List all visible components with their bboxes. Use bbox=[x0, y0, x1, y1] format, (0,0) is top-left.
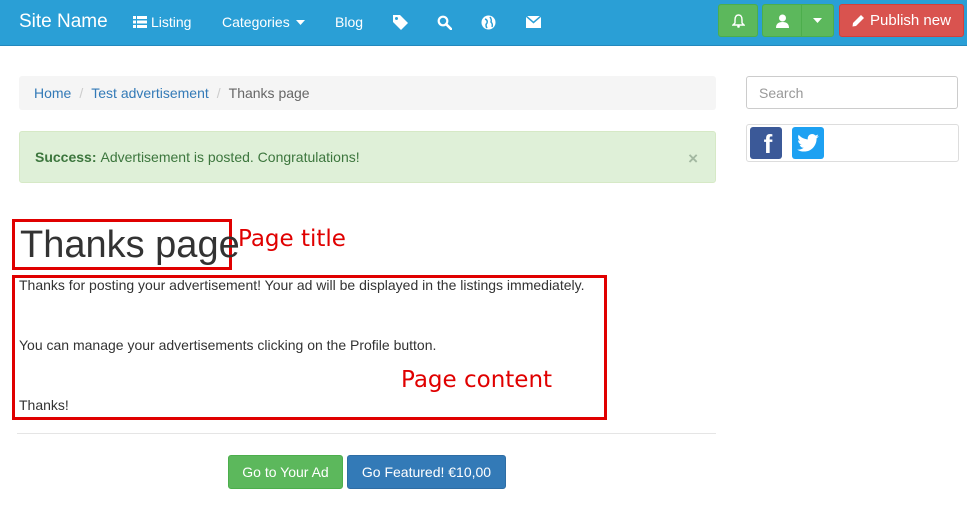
caret-down-icon bbox=[295, 19, 305, 25]
page-title: Thanks page bbox=[20, 224, 240, 266]
content-paragraph: Thanks! bbox=[19, 397, 69, 413]
close-icon[interactable]: × bbox=[688, 149, 698, 169]
content-paragraph: You can manage your advertisements click… bbox=[19, 337, 437, 353]
nav-listing-label: Listing bbox=[151, 14, 192, 30]
profile-dropdown-toggle[interactable] bbox=[801, 4, 834, 37]
caret-down-icon bbox=[813, 18, 822, 23]
breadcrumb-current: Thanks page bbox=[228, 85, 310, 101]
user-icon bbox=[775, 14, 789, 28]
profile-button[interactable] bbox=[762, 4, 802, 37]
breadcrumb: Home / Test advertisement / Thanks page bbox=[19, 76, 716, 110]
site-brand[interactable]: Site Name bbox=[19, 11, 108, 33]
bell-icon bbox=[731, 13, 745, 28]
publish-new-label: Publish new bbox=[870, 12, 951, 29]
social-share-panel: f bbox=[746, 124, 959, 162]
annotation-page-title: Page title bbox=[238, 226, 346, 252]
nav-categories-label: Categories bbox=[222, 14, 290, 30]
twitter-icon[interactable] bbox=[792, 127, 824, 159]
list-icon bbox=[133, 16, 147, 28]
publish-new-button[interactable]: Publish new bbox=[839, 4, 964, 37]
breadcrumb-test-advertisement[interactable]: Test advertisement bbox=[91, 85, 209, 101]
alert-message: Advertisement is posted. Congratulations… bbox=[100, 149, 360, 165]
divider bbox=[17, 433, 716, 434]
pencil-icon bbox=[852, 15, 865, 27]
facebook-icon[interactable]: f bbox=[750, 127, 782, 159]
alert-strong-label: Success: bbox=[35, 149, 97, 165]
facebook-icon-glyph: f bbox=[763, 129, 773, 159]
search-icon[interactable] bbox=[435, 12, 453, 32]
go-featured-button[interactable]: Go Featured! €10,00 bbox=[347, 455, 506, 489]
nav-listing[interactable]: Listing bbox=[133, 14, 191, 30]
go-to-your-ad-button[interactable]: Go to Your Ad bbox=[228, 455, 343, 489]
success-alert: Success: Advertisement is posted. Congra… bbox=[19, 131, 716, 183]
globe-icon[interactable] bbox=[479, 12, 497, 32]
notifications-button[interactable] bbox=[718, 4, 758, 37]
breadcrumb-home[interactable]: Home bbox=[34, 85, 71, 101]
content-paragraph: Thanks for posting your advertisement! Y… bbox=[19, 277, 585, 293]
breadcrumb-separator: / bbox=[79, 85, 84, 101]
tag-icon[interactable] bbox=[391, 12, 409, 32]
annotation-page-content: Page content bbox=[401, 367, 553, 393]
nav-categories-dropdown[interactable]: Categories bbox=[222, 14, 305, 30]
top-navbar: Site Name Listing Categories Blog Publis… bbox=[0, 0, 967, 46]
breadcrumb-separator: / bbox=[216, 85, 221, 101]
envelope-icon[interactable] bbox=[524, 12, 542, 32]
search-input[interactable] bbox=[746, 76, 958, 109]
nav-blog[interactable]: Blog bbox=[335, 14, 363, 30]
nav-blog-label: Blog bbox=[335, 14, 364, 30]
